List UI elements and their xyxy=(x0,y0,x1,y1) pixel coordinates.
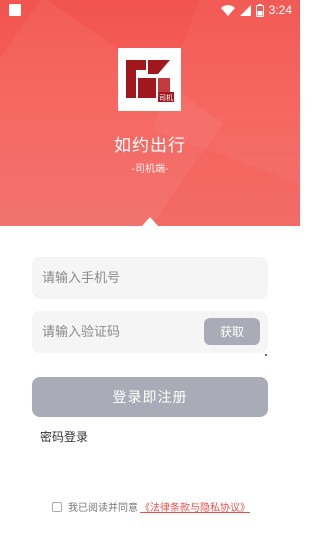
login-register-button[interactable]: 登录即注册 xyxy=(32,377,268,417)
status-bar: 3:24 xyxy=(0,0,300,24)
password-login-link[interactable]: 密码登录 xyxy=(40,428,88,445)
decorative-dot xyxy=(265,354,267,356)
agreement-row: 我已阅读并同意 《法律条款与隐私协议》 xyxy=(52,499,250,514)
header-notch xyxy=(142,217,158,226)
status-square-icon xyxy=(9,4,21,16)
get-code-button[interactable]: 获取 xyxy=(204,318,260,345)
signal-icon xyxy=(239,4,251,16)
status-icons: 3:24 xyxy=(220,3,292,17)
app-logo-icon: 司机 xyxy=(118,48,181,111)
phone-input[interactable] xyxy=(32,257,268,299)
app-name: 如约出行 xyxy=(114,136,186,156)
battery-icon xyxy=(255,3,264,17)
status-time: 3:24 xyxy=(268,3,292,17)
logo-badge-text: 司机 xyxy=(159,93,173,102)
phone-field[interactable] xyxy=(32,257,268,299)
wifi-icon xyxy=(220,4,235,16)
header-banner: 3:24 司机 如约出行 -司机端- xyxy=(0,0,300,226)
checkbox-icon[interactable] xyxy=(52,501,62,512)
app-subtitle: -司机端- xyxy=(131,164,169,175)
agreement-text: 我已阅读并同意 xyxy=(68,503,138,514)
code-input[interactable] xyxy=(32,311,192,353)
policy-link[interactable]: 《法律条款与隐私协议》 xyxy=(140,499,250,514)
